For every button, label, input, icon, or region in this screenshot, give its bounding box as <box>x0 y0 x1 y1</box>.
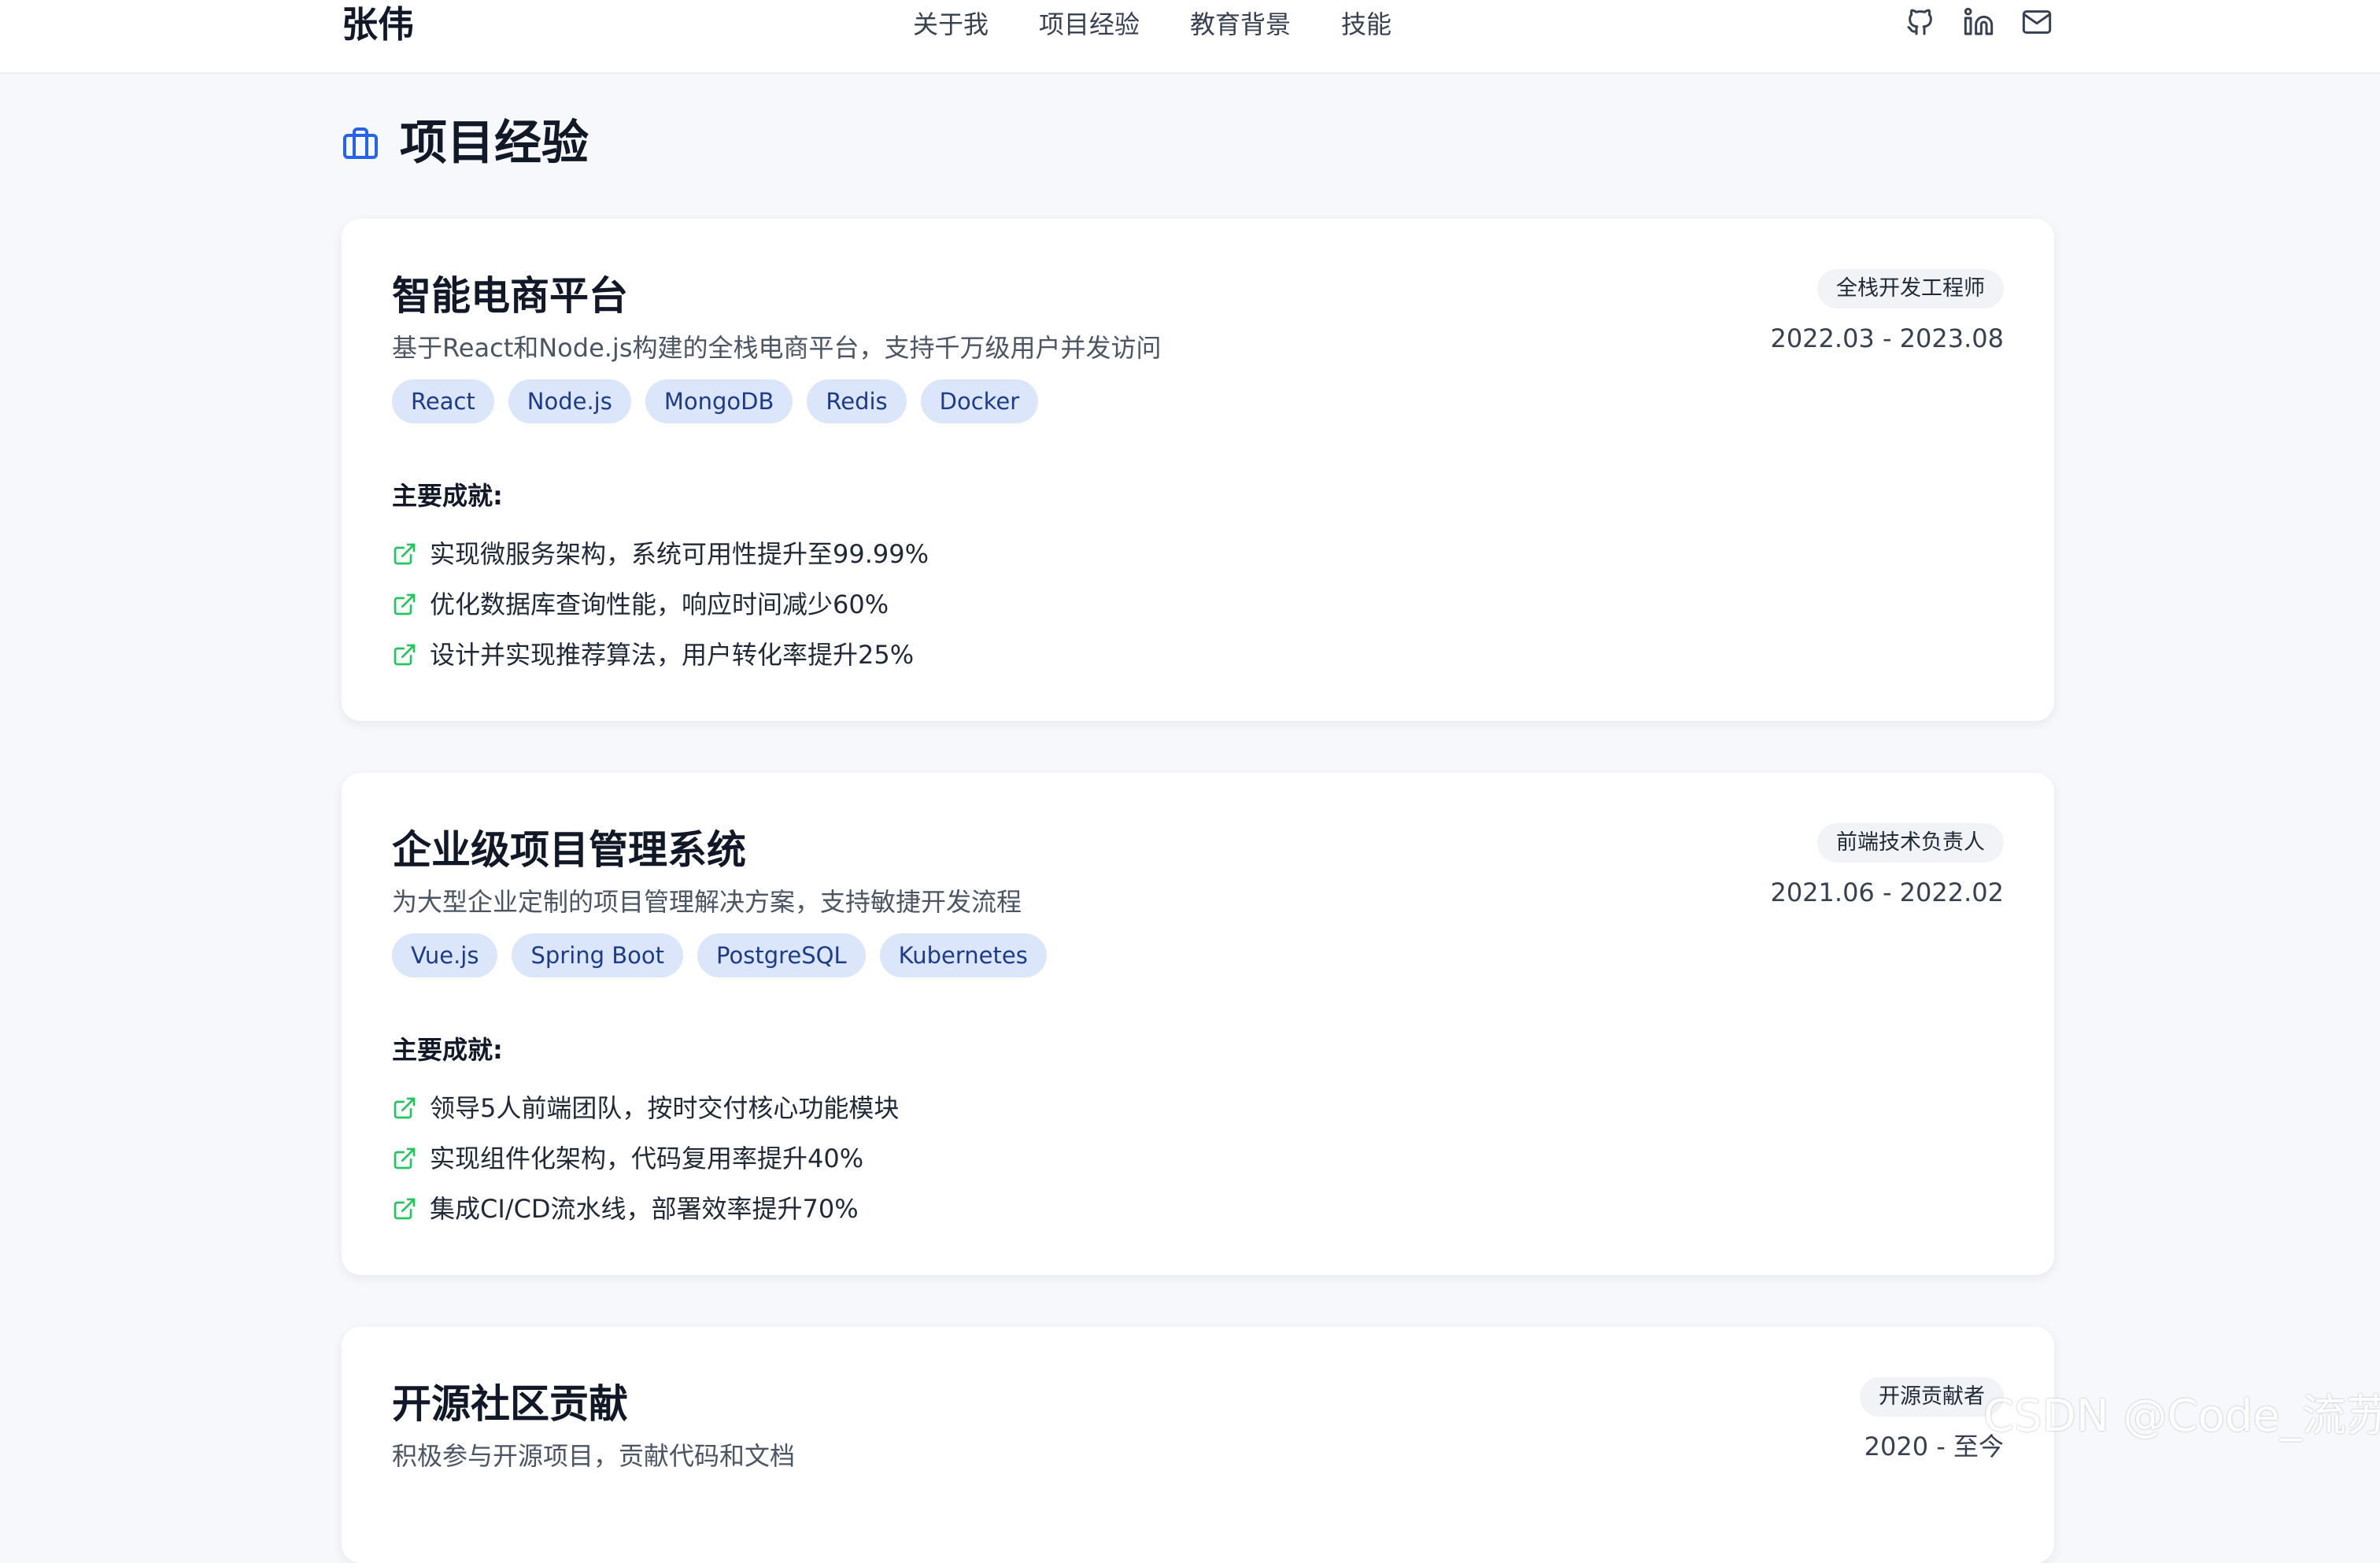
external-link-icon <box>392 592 417 617</box>
project-description: 基于React和Node.js构建的全栈电商平台，支持千万级用户并发访问 <box>392 333 1162 363</box>
section-title: 项目经验 <box>400 116 589 171</box>
tech-tag: Node.js <box>508 379 631 423</box>
nav-item-about[interactable]: 关于我 <box>913 0 989 49</box>
achievement-text: 优化数据库查询性能，响应时间减少60% <box>430 589 889 619</box>
tech-tag: Spring Boot <box>512 933 684 977</box>
external-link-icon <box>392 1146 417 1171</box>
achievement-text: 实现组件化架构，代码复用率提升40% <box>430 1144 864 1173</box>
project-description: 为大型企业定制的项目管理解决方案，支持敏捷开发流程 <box>392 887 1022 917</box>
project-title: 开源社区贡献 <box>392 1381 628 1427</box>
main-nav: 关于我 项目经验 教育背景 技能 <box>913 0 1442 49</box>
tech-tag: Redis <box>807 379 907 423</box>
project-period: 2021.06 - 2022.02 <box>1770 878 2004 907</box>
tech-tags: Vue.js Spring Boot PostgreSQL Kubernetes <box>392 933 1061 977</box>
project-title: 智能电商平台 <box>392 273 628 319</box>
achievements-list: 领导5人前端团队，按时交付核心功能模块 实现组件化架构，代码复用率提升40% 集… <box>392 1083 899 1234</box>
tech-tag: PostgreSQL <box>697 933 866 977</box>
achievement-item: 实现微服务架构，系统可用性提升至99.99% <box>392 529 929 579</box>
project-description: 积极参与开源项目，贡献代码和文档 <box>392 1441 796 1471</box>
project-period: 2022.03 - 2023.08 <box>1770 323 2004 353</box>
linkedin-icon[interactable] <box>1961 5 1996 39</box>
site-logo[interactable]: 张伟 <box>342 0 414 49</box>
project-title: 企业级项目管理系统 <box>392 827 746 873</box>
achievement-item: 设计并实现推荐算法，用户转化率提升25% <box>392 630 929 680</box>
achievement-text: 实现微服务架构，系统可用性提升至99.99% <box>430 539 929 569</box>
achievements-list: 实现微服务架构，系统可用性提升至99.99% 优化数据库查询性能，响应时间减少6… <box>392 529 929 680</box>
achievement-text: 集成CI/CD流水线，部署效率提升70% <box>430 1194 859 1224</box>
tech-tag: Kubernetes <box>879 933 1047 977</box>
tech-tags: React Node.js MongoDB Redis Docker <box>392 379 1052 423</box>
tech-tag: Docker <box>920 379 1039 423</box>
achievement-item: 实现组件化架构，代码复用率提升40% <box>392 1133 899 1184</box>
project-card: 开源社区贡献 积极参与开源项目，贡献代码和文档 开源贡献者 2020 - 至今 <box>342 1327 2054 1563</box>
external-link-icon <box>392 1096 417 1121</box>
achievement-text: 领导5人前端团队，按时交付核心功能模块 <box>430 1093 900 1123</box>
achievement-item: 优化数据库查询性能，响应时间减少60% <box>392 579 929 630</box>
achievement-item: 集成CI/CD流水线，部署效率提升70% <box>392 1184 899 1234</box>
project-card: 企业级项目管理系统 为大型企业定制的项目管理解决方案，支持敏捷开发流程 Vue.… <box>342 773 2054 1275</box>
achievements-heading: 主要成就: <box>392 481 503 511</box>
watermark: CSDN @Code_流苏 <box>1983 1391 2380 1442</box>
nav-item-projects[interactable]: 项目经验 <box>1039 0 1140 49</box>
github-icon[interactable] <box>1903 5 1938 39</box>
nav-item-skills[interactable]: 技能 <box>1341 0 1391 49</box>
tech-tag: MongoDB <box>645 379 793 423</box>
social-links <box>1903 5 2054 39</box>
achievement-item: 领导5人前端团队，按时交付核心功能模块 <box>392 1083 899 1133</box>
role-badge: 前端技术负责人 <box>1817 823 2004 863</box>
external-link-icon <box>392 642 417 667</box>
role-badge: 开源贡献者 <box>1860 1377 2004 1417</box>
tech-tag: React <box>392 379 494 423</box>
tech-tag: Vue.js <box>392 933 498 977</box>
achievement-text: 设计并实现推荐算法，用户转化率提升25% <box>430 640 915 670</box>
achievements-heading: 主要成就: <box>392 1035 503 1065</box>
nav-item-education[interactable]: 教育背景 <box>1190 0 1291 49</box>
project-card: 智能电商平台 基于React和Node.js构建的全栈电商平台，支持千万级用户并… <box>342 219 2054 721</box>
briefcase-icon <box>342 124 379 162</box>
role-badge: 全栈开发工程师 <box>1817 269 2004 309</box>
external-link-icon <box>392 541 417 567</box>
mail-icon[interactable] <box>2020 5 2054 39</box>
top-navbar: 张伟 关于我 项目经验 教育背景 技能 <box>0 0 2380 74</box>
section-heading: 项目经验 <box>342 112 589 175</box>
external-link-icon <box>392 1196 417 1221</box>
